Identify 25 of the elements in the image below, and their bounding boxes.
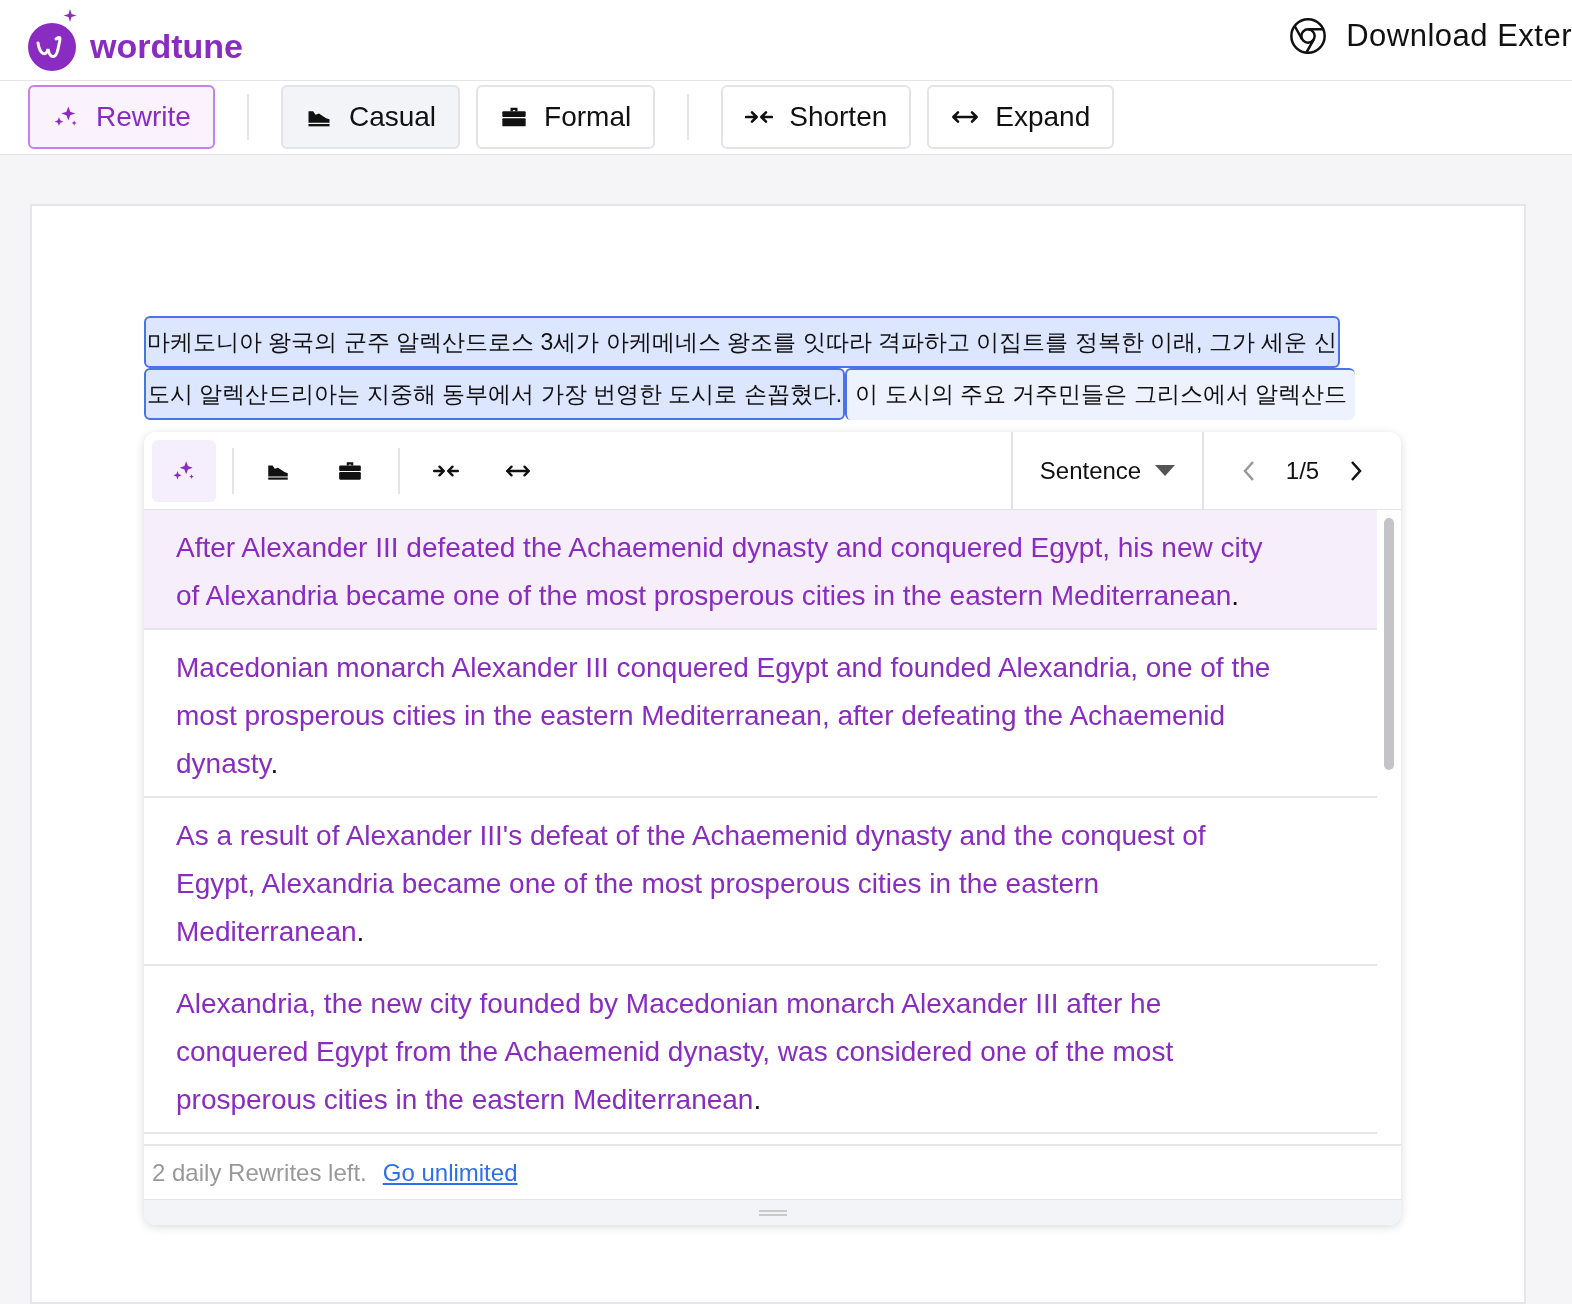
tone-button[interactable]: Expand (927, 85, 1115, 150)
browser-logo-icon (1288, 15, 1329, 56)
sentence[interactable]: 이 도시의 주요 거주민들은 그리스에서 알렉산드 (845, 368, 1356, 420)
tone-button[interactable]: Casual (280, 85, 461, 150)
download-extension-link[interactable]: Download Exter (1288, 12, 1572, 60)
editor-text[interactable]: 마케도니아 왕국의 군주 알렉산드로스 3세가 아케메네스 왕조를 잇따라 격파하고 이집트를 정복한 이래, 그가 세운 신 도시 알렉산드리아는 지중해 동부에서 가장 번영한 도시로 손꼽혔다. 이 도시의 주요 거주민들은 그리스에서 알렉산드 (144, 316, 1524, 420)
suggestion-item[interactable]: After Alexander III defeated the Achaemenid dynasty and conquered Egypt, his new city of Alexandria became one of the most prosperous cities in the eastern Mediterranean. (144, 510, 1377, 630)
page-counter: 1/5 (1285, 455, 1320, 486)
resize-handle[interactable] (144, 1199, 1401, 1225)
selected-sentence[interactable]: 마케도니아 왕국의 군주 알렉산드로스 3세가 아케메네스 왕조를 잇따라 격파하고 이집트를 정복한 이래, 그가 세운 신 (144, 316, 1340, 368)
selected-sentence[interactable]: 도시 알렉산드리아는 지중해 동부에서 가장 번영한 도시로 손꼽혔다. (144, 368, 846, 420)
suggestion-item[interactable]: As a result of Alexander III's defeat of the Achaemenid dynasty and the conquest of Egypt, Alexandria became one of the most prosperous cities in the eastern Mediterranean. (144, 798, 1377, 966)
grip-icon (758, 1209, 787, 1216)
go-unlimited-link[interactable]: Go unlimited (382, 1154, 518, 1191)
scrollbar-thumb[interactable] (1384, 518, 1394, 770)
daily-limit-note: 2 daily Rewrites left. (152, 1157, 367, 1188)
tone-button[interactable]: Rewrite (28, 85, 215, 150)
chevron-right-icon (1349, 459, 1364, 482)
chevron-left-icon (1241, 459, 1256, 482)
tone-button[interactable]: Shorten (721, 85, 912, 150)
suggestion-item[interactable]: Alexandria, the new city founded by Macedonian monarch Alexander III after he conquered Egypt from the Achaemenid dynasty, was considered one of the most prosperous cities in the eastern Mediterranean. (144, 966, 1377, 1134)
suggestion-item[interactable]: Macedonian monarch Alexander III conquered Egypt and founded Alexandria, one of the most prosperous cities in the eastern Mediterranean, after defeating the Achaemenid dynasty. (144, 630, 1377, 798)
caret-icon (1155, 464, 1176, 477)
tone-button[interactable]: Formal (476, 85, 656, 150)
brand-name: wordtune (90, 26, 243, 68)
